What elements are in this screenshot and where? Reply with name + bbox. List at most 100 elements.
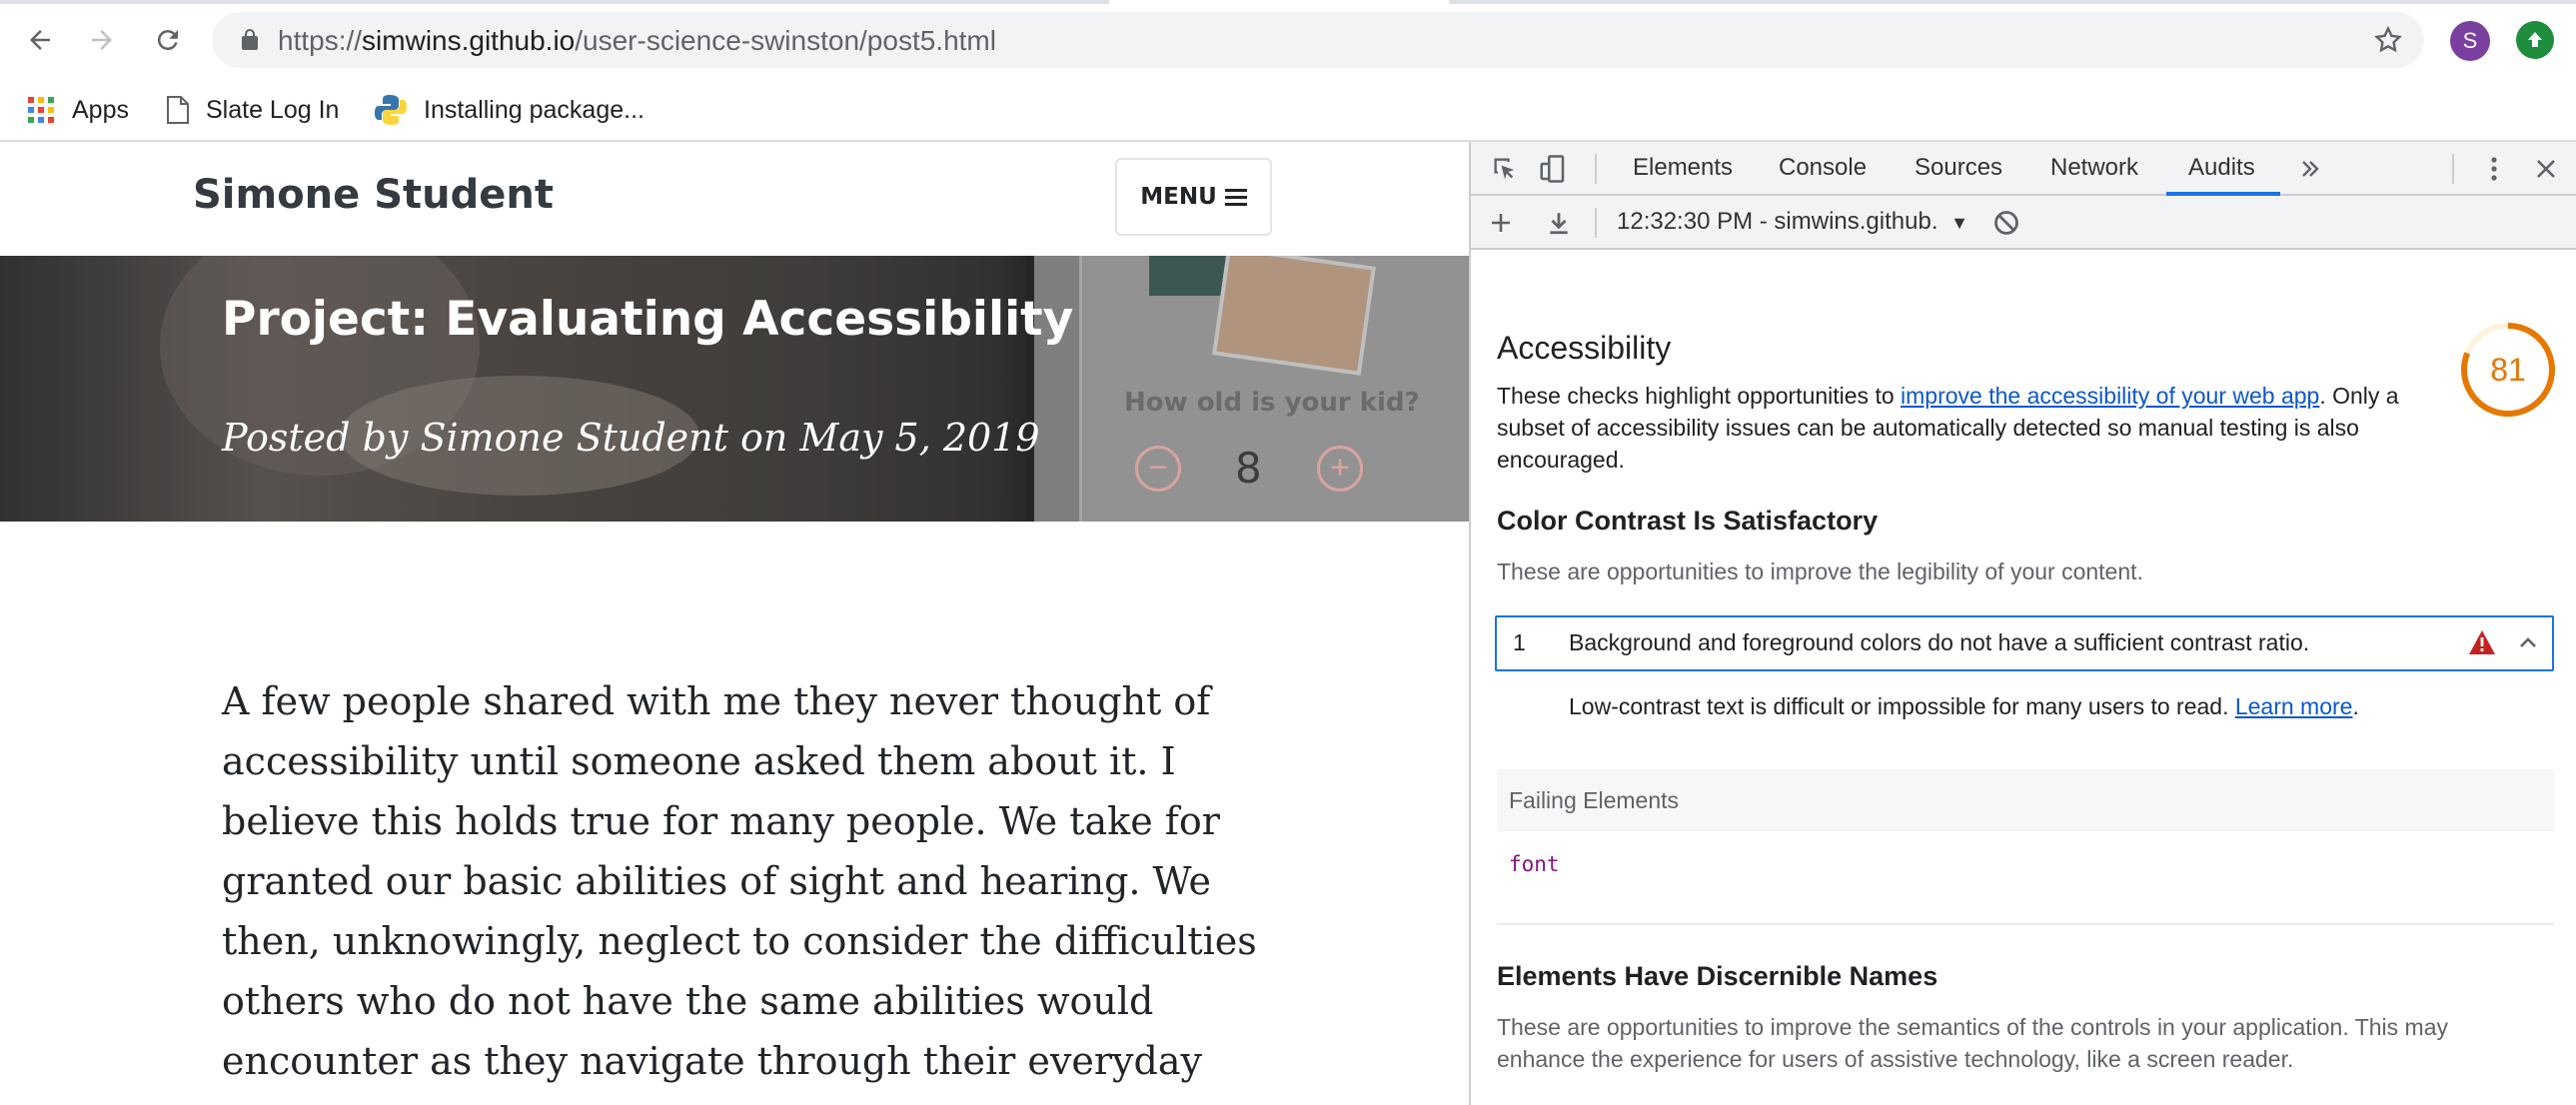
learn-more-link[interactable]: Learn more [2235,693,2353,719]
download-icon [1550,213,1568,235]
close-devtools-button[interactable] [2530,153,2562,185]
article-line: then, unknowingly, neglect to consider t… [222,919,1257,963]
tab-elements[interactable]: Elements [1633,142,1733,194]
tab-console[interactable]: Console [1779,142,1867,194]
audit-color-contrast[interactable]: 1 Background and foreground colors do no… [1495,615,2554,671]
inspect-element-button[interactable] [1489,153,1521,185]
lock-icon [242,29,258,50]
menu-button[interactable]: MENU [1115,158,1272,236]
group-title-discernible-names: Elements Have Discernible Names [1497,961,1938,991]
close-icon [2537,160,2555,178]
menu-label: MENU [1140,184,1217,210]
hero-image-minus-icon: − [1135,446,1181,492]
site-navbar: Simone Student MENU [0,142,1469,256]
warning-triangle-icon [2469,630,2495,654]
category-description: These checks highlight opportunities to … [1497,380,2466,476]
hero-image-plus-icon: + [1317,446,1363,492]
devtools-panel: Elements Console Sources Network Audits … [1469,142,2576,1105]
audit-index: 1 [1513,629,1526,655]
profile-avatar[interactable]: S [2450,21,2490,61]
toolbar-divider [1595,154,1597,184]
toolbar-divider [2452,154,2454,184]
hero-image-value: 8 [1235,444,1262,493]
article-line: accessibility until someone asked them a… [222,739,1176,783]
back-button[interactable] [20,20,60,60]
audit-title: Background and foreground colors do not … [1569,629,2310,655]
article-line: granted our basic abilities of sight and… [222,859,1212,903]
category-title: Accessibility [1497,330,1672,366]
report-selector-value: 12:32:30 PM - simwins.github. [1617,208,1938,235]
clear-reports-button[interactable] [1990,207,2022,239]
hero-image-question: How old is your kid? [1124,388,1420,418]
url-path: /user-science-swinston/post5.html [575,25,996,56]
dropdown-caret-icon: ▼ [1950,213,1968,233]
group-desc-color-contrast: These are opportunities to improve the l… [1497,558,2143,584]
arrow-up-icon [2528,32,2542,47]
group-title-color-contrast: Color Contrast Is Satisfactory [1497,506,1879,536]
web-page: Simone Student MENU How old is your kid?… [0,142,1469,1105]
article-line: others who do not have the same abilitie… [222,979,1154,1023]
tab-network[interactable]: Network [2050,142,2138,194]
devtools-menu-button[interactable] [2478,153,2510,185]
tab-strip-edge [1449,0,2576,4]
article-line: A few people shared with me they never t… [222,679,1211,723]
audits-toolbar: 12:32:30 PM - simwins.github. ▼ [1471,196,2576,250]
block-icon [1994,211,2018,235]
report-selector[interactable]: 12:32:30 PM - simwins.github. ▼ [1617,208,1968,236]
url-scheme: https:// [278,25,363,56]
address-bar[interactable]: https://simwins.github.io/user-science-s… [212,12,2424,68]
bookmark-star-icon[interactable] [2372,24,2404,56]
hamburger-icon [1224,185,1247,210]
group-desc-discernible-names: These are opportunities to improve the s… [1497,1014,2448,1072]
article-paragraph: A few people shared with me they never t… [222,671,1261,1091]
site-brand[interactable]: Simone Student [193,172,554,218]
python-icon [374,93,408,127]
forward-arrow-icon [92,30,112,50]
url-host: simwins.github.io [362,25,576,56]
failing-elements-table: Failing Elements font [1497,769,2554,897]
update-button[interactable] [2516,21,2554,59]
failing-node[interactable]: font [1497,831,2554,897]
inspect-cursor-icon [1494,158,1515,180]
article-line: encounter as they navigate through their… [222,1039,1202,1083]
browser-toolbar: https://simwins.github.io/user-science-s… [0,0,2576,80]
audit-help-end: . [2352,693,2359,719]
download-report-button[interactable] [1543,207,1575,239]
chevron-up-icon [2520,637,2536,647]
device-mobile-icon [1540,155,1565,183]
article-line: believe this holds true for many people.… [222,799,1220,843]
device-toolbar-button[interactable] [1537,153,1569,185]
bookmark-installing-package[interactable]: Installing package... [374,90,644,130]
avatar-letter: S [2462,28,2478,53]
plus-icon [1492,214,1510,232]
tab-sources[interactable]: Sources [1915,142,2002,194]
new-audit-button[interactable] [1485,207,1517,239]
category-score: 81 [2490,351,2526,388]
reload-button[interactable] [148,20,188,60]
url-text[interactable]: https://simwins.github.io/user-science-s… [278,25,996,57]
bookmark-apps[interactable]: Apps [26,90,129,130]
bookmark-label: Apps [72,95,129,124]
hero-header: How old is your kid? − 8 + Project: Eval… [0,256,1469,522]
post-title: Project: Evaluating Accessibility [222,292,1074,347]
kebab-menu-icon [2491,157,2497,181]
category-desc-link[interactable]: improve the accessibility of your web ap… [1901,383,2319,409]
back-arrow-icon [30,30,50,50]
tab-strip-edge [0,0,1109,4]
toolbar-divider [1595,208,1597,238]
audit-report: Accessibility 81 These checks highlight … [1471,250,2576,1105]
tab-audits[interactable]: Audits [2188,142,2255,194]
audit-help-text: Low-contrast text is difficult or imposs… [1569,693,2359,720]
category-desc-before: These checks highlight opportunities to [1497,383,1902,409]
page-icon [166,95,190,125]
devtools-tabbar: Elements Console Sources Network Audits [1471,142,2576,196]
bookmark-slate-log-in[interactable]: Slate Log In [166,90,339,130]
more-tabs-button[interactable] [2294,153,2326,185]
forward-button[interactable] [82,20,122,60]
reload-icon [157,30,178,51]
post-meta: Posted by Simone Student on May 5, 2019 [222,416,1040,460]
bookmarks-bar: Apps Slate Log In Installing package... [0,80,2576,142]
chevron-double-right-icon [2302,161,2319,177]
bookmark-label: Slate Log In [206,95,340,124]
group-divider [1497,923,2554,925]
